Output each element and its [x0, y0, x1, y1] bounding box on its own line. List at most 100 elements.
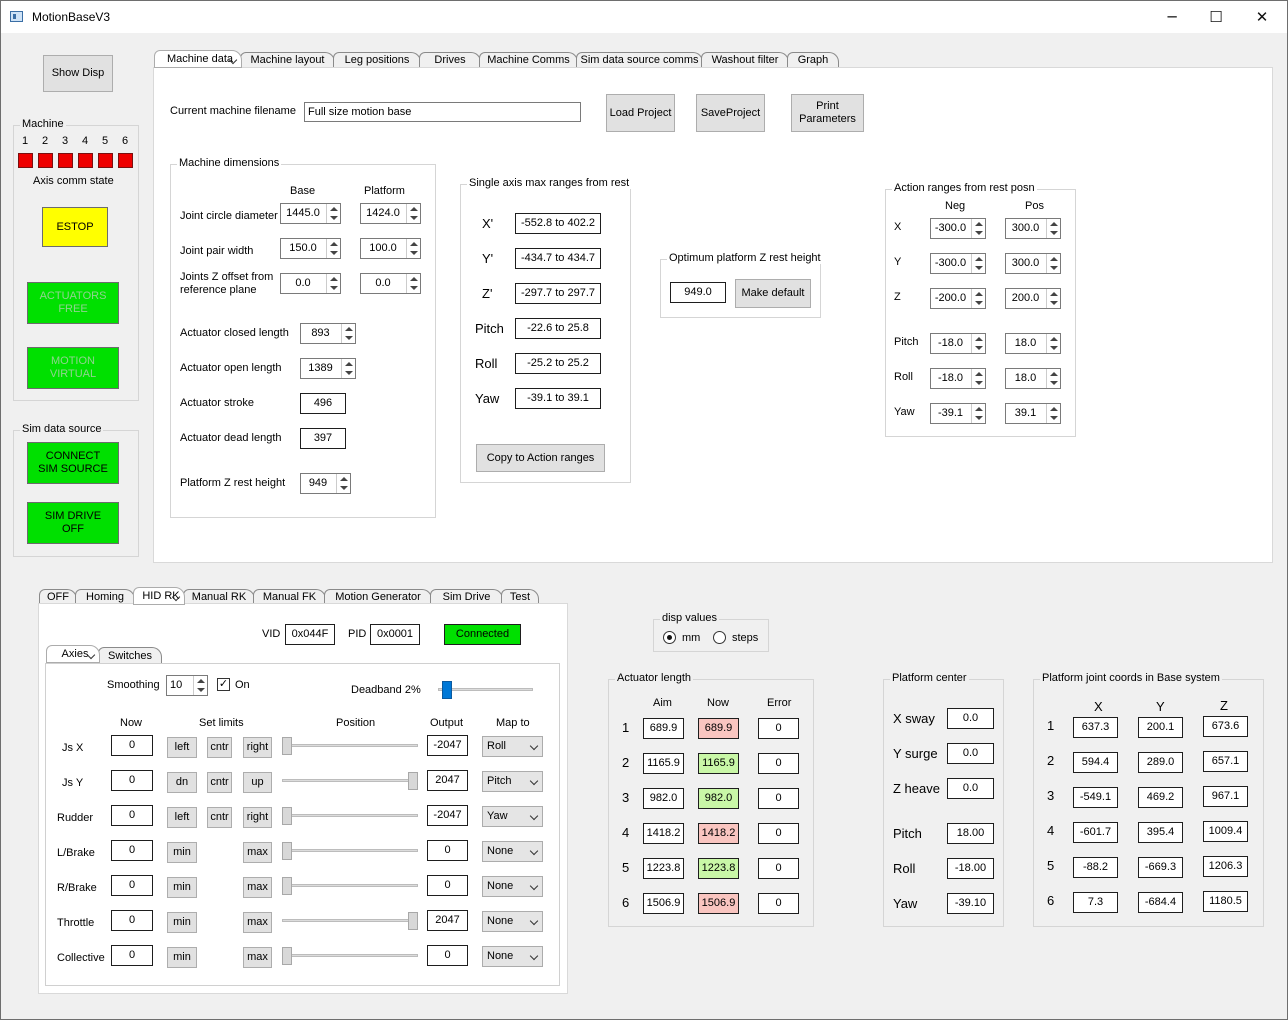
- spinner-arrows-icon[interactable]: [1046, 404, 1060, 423]
- action-y-neg-spinner[interactable]: -300.0: [930, 253, 986, 274]
- axis-r-brake-limit-2-button[interactable]: max: [243, 877, 272, 898]
- spinner-arrows-icon[interactable]: [326, 274, 340, 293]
- axis-js-x-limit-1-button[interactable]: left: [167, 737, 197, 758]
- axis-js-x-limit-2-button[interactable]: right: [243, 737, 272, 758]
- action-yaw-neg-spinner[interactable]: -39.1: [930, 403, 986, 424]
- spinner-arrows-icon[interactable]: [1046, 334, 1060, 353]
- axis-l-brake-limit-1-button[interactable]: min: [167, 842, 197, 863]
- axis-rudder-limit-center-button[interactable]: cntr: [207, 807, 232, 828]
- actuator-open-spinner[interactable]: 1389: [300, 358, 356, 379]
- spinner-arrows-icon[interactable]: [971, 254, 985, 273]
- actuators-free-button[interactable]: ACTUATORS FREE: [27, 282, 119, 324]
- deadband-slider-thumb[interactable]: [442, 681, 452, 699]
- axis-js-y-limit-center-button[interactable]: cntr: [207, 772, 232, 793]
- axis-collective-limit-1-button[interactable]: min: [167, 947, 197, 968]
- joint-pair-platform-spinner[interactable]: 100.0: [360, 238, 421, 259]
- load-project-button[interactable]: Load Project: [606, 94, 675, 132]
- action-z-pos-spinner[interactable]: 200.0: [1005, 288, 1061, 309]
- action-z-neg-spinner[interactable]: -200.0: [930, 288, 986, 309]
- axis-js-y-map-select[interactable]: Pitch: [482, 771, 543, 792]
- estop-button[interactable]: ESTOP: [42, 207, 108, 247]
- action-pitch-pos-spinner[interactable]: 18.0: [1005, 333, 1061, 354]
- spinner-arrows-icon[interactable]: [193, 676, 207, 695]
- axis-rudder-position-slider[interactable]: [282, 807, 418, 825]
- axis-l-brake-limit-2-button[interactable]: max: [243, 842, 272, 863]
- sim-drive-off-button[interactable]: SIM DRIVE OFF: [27, 502, 119, 544]
- spinner-arrows-icon[interactable]: [1046, 254, 1060, 273]
- action-roll-neg-spinner[interactable]: -18.0: [930, 368, 986, 389]
- show-disp-button[interactable]: Show Disp: [43, 55, 113, 92]
- spinner-arrows-icon[interactable]: [971, 369, 985, 388]
- filename-input[interactable]: Full size motion base: [304, 102, 581, 122]
- make-default-button[interactable]: Make default: [735, 279, 811, 308]
- axis-js-y-slider-thumb[interactable]: [408, 772, 418, 790]
- smoothing-spinner[interactable]: 10: [166, 675, 208, 696]
- joints-z-platform-spinner[interactable]: 0.0: [360, 273, 421, 294]
- spinner-arrows-icon[interactable]: [326, 204, 340, 223]
- spinner-arrows-icon[interactable]: [406, 274, 420, 293]
- spinner-arrows-icon[interactable]: [406, 239, 420, 258]
- platform-z-rest-spinner[interactable]: 949: [300, 473, 351, 494]
- joints-z-base-spinner[interactable]: 0.0: [280, 273, 341, 294]
- action-x-pos-spinner[interactable]: 300.0: [1005, 218, 1061, 239]
- minimize-button[interactable]: ─: [1149, 1, 1195, 33]
- print-parameters-button[interactable]: Print Parameters: [791, 94, 864, 132]
- spinner-arrows-icon[interactable]: [336, 474, 350, 493]
- spinner-arrows-icon[interactable]: [1046, 289, 1060, 308]
- spinner-arrows-icon[interactable]: [1046, 369, 1060, 388]
- axis-js-y-position-slider[interactable]: [282, 772, 418, 790]
- close-button[interactable]: ✕: [1239, 1, 1285, 33]
- axis-js-x-map-select[interactable]: Roll: [482, 736, 543, 757]
- axis-r-brake-slider-thumb[interactable]: [282, 877, 292, 895]
- steps-radio[interactable]: [713, 631, 726, 644]
- tab-graph[interactable]: Graph: [787, 52, 839, 68]
- axis-js-y-limit-1-button[interactable]: dn: [167, 772, 197, 793]
- axis-throttle-position-slider[interactable]: [282, 912, 418, 930]
- axis-js-x-slider-thumb[interactable]: [282, 737, 292, 755]
- axis-js-x-limit-center-button[interactable]: cntr: [207, 737, 232, 758]
- axis-r-brake-position-slider[interactable]: [282, 877, 418, 895]
- tab-machine-comms[interactable]: Machine Comms: [479, 52, 578, 68]
- spinner-arrows-icon[interactable]: [1046, 219, 1060, 238]
- axis-l-brake-slider-thumb[interactable]: [282, 842, 292, 860]
- tab-leg-positions[interactable]: Leg positions: [333, 52, 421, 68]
- tab-machine-data[interactable]: Machine data: [154, 50, 242, 68]
- action-roll-pos-spinner[interactable]: 18.0: [1005, 368, 1061, 389]
- axis-rudder-map-select[interactable]: Yaw: [482, 806, 543, 827]
- axis-collective-slider-thumb[interactable]: [282, 947, 292, 965]
- spinner-arrows-icon[interactable]: [971, 334, 985, 353]
- deadband-slider[interactable]: [438, 681, 533, 699]
- axis-rudder-limit-2-button[interactable]: right: [243, 807, 272, 828]
- joint-circle-platform-spinner[interactable]: 1424.0: [360, 203, 421, 224]
- connect-sim-source-button[interactable]: CONNECT SIM SOURCE: [27, 442, 119, 484]
- axis-js-y-limit-2-button[interactable]: up: [243, 772, 272, 793]
- axis-collective-position-slider[interactable]: [282, 947, 418, 965]
- tab-drives[interactable]: Drives: [419, 52, 481, 68]
- spinner-arrows-icon[interactable]: [341, 359, 355, 378]
- mm-radio[interactable]: [663, 631, 676, 644]
- action-yaw-pos-spinner[interactable]: 39.1: [1005, 403, 1061, 424]
- axis-js-x-position-slider[interactable]: [282, 737, 418, 755]
- axis-collective-limit-2-button[interactable]: max: [243, 947, 272, 968]
- tab-sim-data-source-comms[interactable]: Sim data source comms: [576, 52, 703, 68]
- spinner-arrows-icon[interactable]: [971, 289, 985, 308]
- axis-l-brake-map-select[interactable]: None: [482, 841, 543, 862]
- on-checkbox[interactable]: ✓: [217, 678, 230, 691]
- action-y-pos-spinner[interactable]: 300.0: [1005, 253, 1061, 274]
- axis-l-brake-position-slider[interactable]: [282, 842, 418, 860]
- spinner-arrows-icon[interactable]: [341, 324, 355, 343]
- axis-rudder-limit-1-button[interactable]: left: [167, 807, 197, 828]
- axis-throttle-slider-thumb[interactable]: [408, 912, 418, 930]
- joint-pair-base-spinner[interactable]: 150.0: [280, 238, 341, 259]
- spinner-arrows-icon[interactable]: [326, 239, 340, 258]
- tab-washout-filter[interactable]: Washout filter: [701, 52, 789, 68]
- tab-machine-layout[interactable]: Machine layout: [240, 52, 335, 68]
- axis-rudder-slider-thumb[interactable]: [282, 807, 292, 825]
- save-project-button[interactable]: SaveProject: [696, 94, 765, 132]
- spinner-arrows-icon[interactable]: [971, 219, 985, 238]
- copy-to-action-ranges-button[interactable]: Copy to Action ranges: [476, 444, 605, 472]
- spinner-arrows-icon[interactable]: [406, 204, 420, 223]
- motion-virtual-button[interactable]: MOTION VIRTUAL: [27, 347, 119, 389]
- actuator-closed-spinner[interactable]: 893: [300, 323, 356, 344]
- axis-throttle-map-select[interactable]: None: [482, 911, 543, 932]
